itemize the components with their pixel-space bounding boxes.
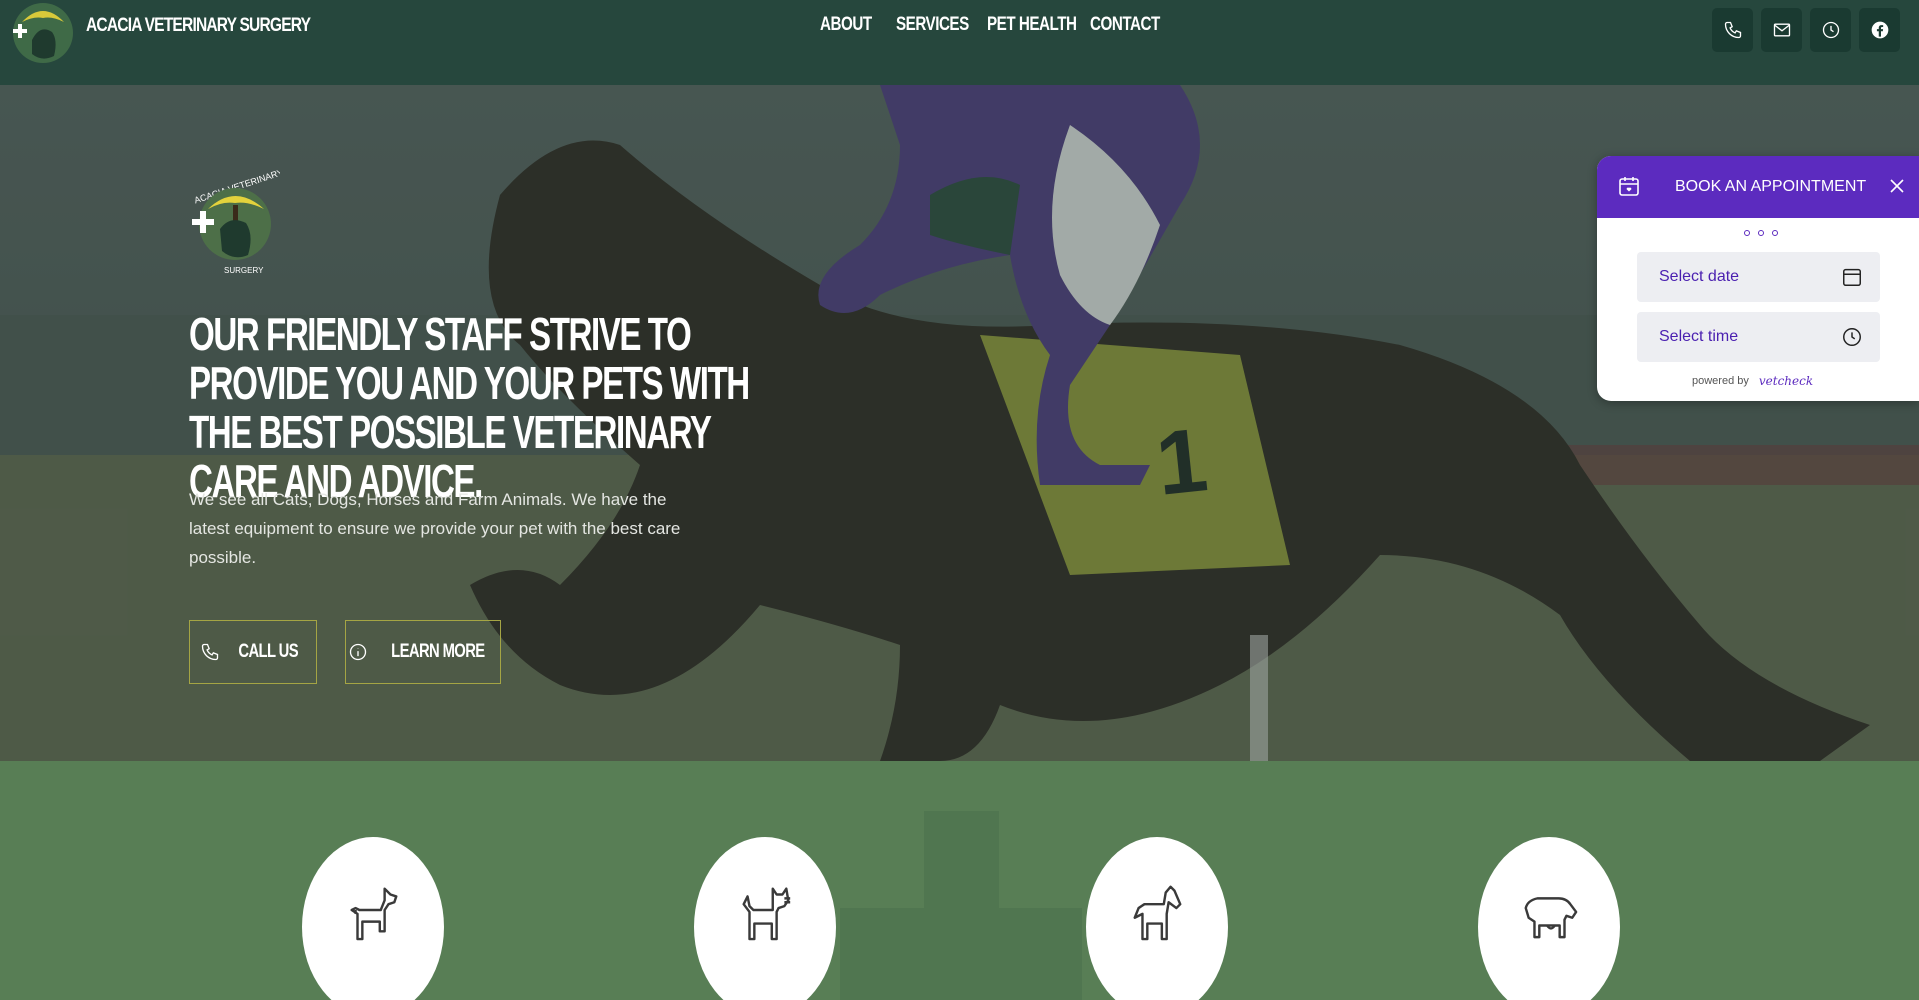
- cross-decoration: [840, 908, 1082, 1000]
- nav-services[interactable]: SERVICES: [896, 14, 969, 36]
- horse-icon: [1133, 885, 1182, 941]
- vetcheck-logo[interactable]: vetcheck: [1759, 374, 1813, 388]
- time-select[interactable]: Select time: [1637, 312, 1880, 362]
- svg-text:SURGERY: SURGERY: [224, 266, 264, 275]
- header-logo[interactable]: [12, 0, 74, 66]
- nav-pet-health[interactable]: PET HEALTH: [987, 14, 1077, 36]
- phone-button[interactable]: [1712, 8, 1753, 52]
- cat-icon: [742, 887, 791, 941]
- step-indicator: [1744, 230, 1778, 236]
- mail-button[interactable]: [1761, 8, 1802, 52]
- horse-service-card[interactable]: [1086, 837, 1228, 1000]
- services-section: [0, 761, 1919, 1000]
- phone-icon: [1724, 21, 1741, 39]
- info-icon: [349, 643, 367, 661]
- step-dot: [1744, 230, 1750, 236]
- nav-contact[interactable]: CONTACT: [1090, 14, 1160, 36]
- call-us-label: CALL US: [238, 641, 298, 662]
- powered-by: powered by vetcheck: [1692, 374, 1813, 388]
- hero-intro: We see all Cats, Dogs, Horses and Farm A…: [189, 490, 681, 567]
- cow-service-card[interactable]: [1478, 837, 1620, 1000]
- site-header: ACACIA VETERINARY SURGERY ABOUT SERVICES…: [0, 0, 1919, 85]
- hero-logo: ACACIA VETERINARY SURGERY: [190, 167, 284, 279]
- facebook-icon: [1871, 21, 1888, 39]
- calendar-heart-icon: [1619, 177, 1639, 196]
- dog-service-card[interactable]: [302, 837, 444, 1000]
- date-select[interactable]: Select date: [1637, 252, 1880, 302]
- booking-widget: BOOK AN APPOINTMENT Select date Select t…: [1597, 156, 1919, 401]
- calendar-icon: [1843, 268, 1861, 286]
- nav-about[interactable]: ABOUT: [820, 14, 872, 36]
- call-us-button[interactable]: CALL US: [189, 620, 317, 684]
- learn-more-button[interactable]: LEARN MORE: [345, 620, 501, 684]
- powered-by-label: powered by: [1692, 375, 1749, 387]
- brand-name[interactable]: ACACIA VETERINARY SURGERY: [86, 15, 311, 37]
- time-select-label: Select time: [1659, 328, 1739, 345]
- learn-more-label: LEARN MORE: [391, 641, 485, 662]
- date-select-label: Select date: [1659, 268, 1740, 285]
- close-icon[interactable]: [1889, 178, 1905, 194]
- header-icon-group: [1712, 8, 1900, 52]
- facebook-button[interactable]: [1859, 8, 1900, 52]
- hero-headline: OUR FRIENDLY STAFF STRIVE TO PROVIDE YOU…: [189, 308, 750, 507]
- cow-icon: [1524, 897, 1578, 939]
- clock-icon: [1822, 21, 1839, 39]
- phone-icon: [201, 643, 218, 661]
- step-dot: [1772, 230, 1778, 236]
- hours-button[interactable]: [1810, 8, 1851, 52]
- widget-title: BOOK AN APPOINTMENT: [1675, 178, 1867, 195]
- clock-icon: [1843, 328, 1861, 346]
- step-dot: [1758, 230, 1764, 236]
- dog-icon: [350, 887, 398, 941]
- widget-header: BOOK AN APPOINTMENT: [1597, 156, 1919, 218]
- mail-icon: [1773, 23, 1790, 37]
- cat-service-card[interactable]: [694, 837, 836, 1000]
